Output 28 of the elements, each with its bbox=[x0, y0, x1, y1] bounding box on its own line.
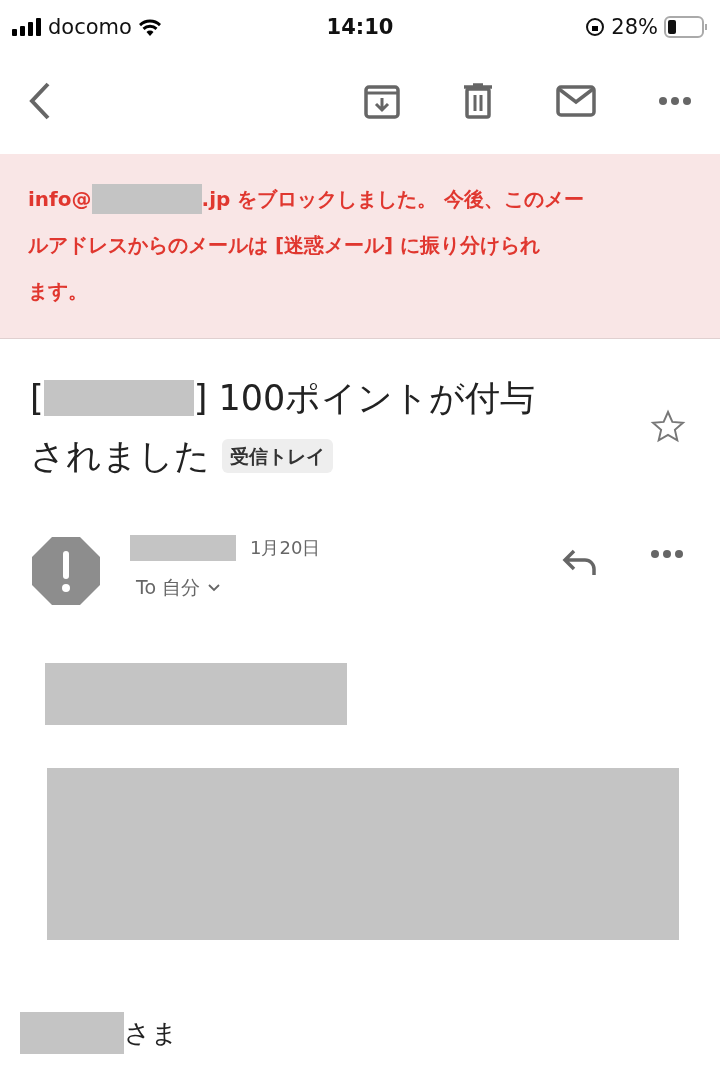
reply-icon bbox=[562, 549, 598, 577]
recipient-toggle[interactable]: To 自分 bbox=[130, 575, 516, 601]
banner-text: ルアドレスからのメールは [迷惑メール] に振り分けられ bbox=[28, 232, 541, 259]
envelope-icon bbox=[556, 85, 596, 117]
rotation-lock-icon bbox=[585, 17, 606, 37]
more-icon bbox=[650, 549, 684, 559]
banner-text: ます。 bbox=[28, 278, 88, 305]
wifi-icon bbox=[137, 18, 162, 36]
warning-avatar-icon bbox=[30, 535, 102, 607]
subject-text: ] 100ポイントが付与 bbox=[193, 377, 536, 420]
message-date: 1月20日 bbox=[250, 536, 321, 560]
banner-text: info@ bbox=[28, 186, 92, 213]
signal-icon bbox=[12, 18, 42, 36]
carrier-name: docomo bbox=[48, 15, 132, 39]
archive-icon bbox=[364, 83, 400, 119]
salutation-text: さま bbox=[124, 1016, 178, 1050]
clock-time: 14:10 bbox=[326, 15, 394, 39]
subject-text: されました bbox=[30, 435, 210, 478]
inbox-label: 受信トレイ bbox=[222, 439, 333, 473]
star-icon bbox=[650, 409, 686, 445]
more-icon bbox=[658, 96, 692, 106]
trash-icon bbox=[462, 83, 494, 119]
back-icon bbox=[28, 82, 52, 120]
subject-text: [ bbox=[30, 377, 44, 420]
chevron-down-icon bbox=[208, 584, 221, 592]
banner-text: .jp をブロックしました。 今後、このメー bbox=[201, 186, 585, 213]
battery-percent: 28% bbox=[611, 15, 658, 39]
battery-icon bbox=[664, 16, 708, 38]
